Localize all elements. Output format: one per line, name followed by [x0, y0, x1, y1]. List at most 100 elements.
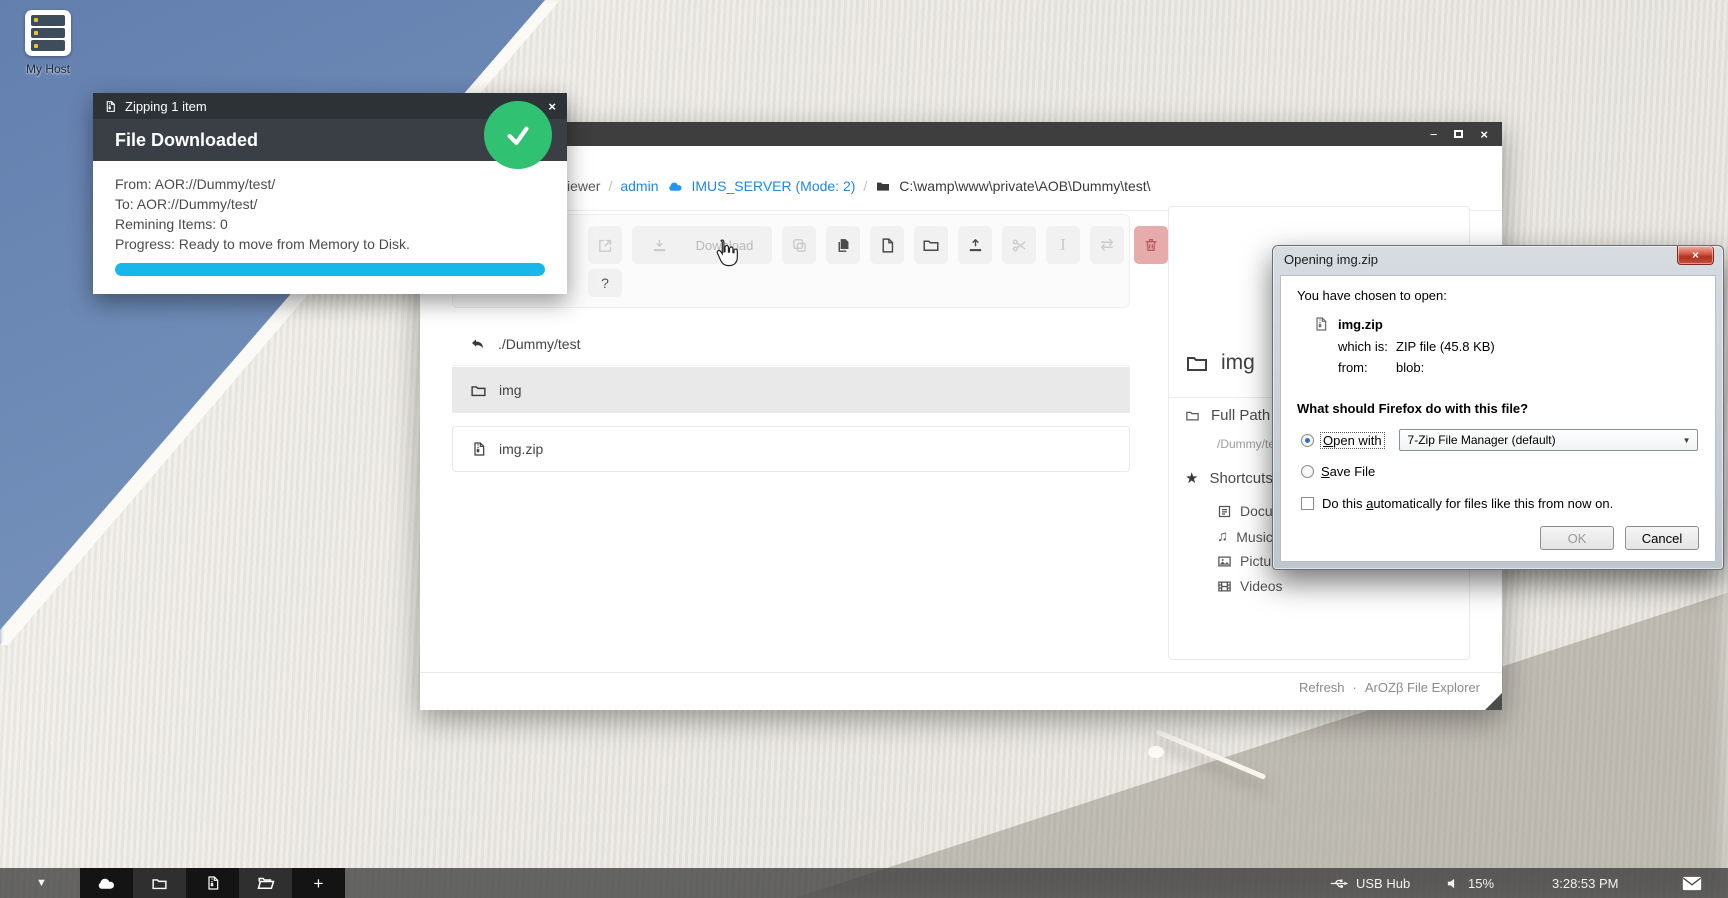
- save-file-label[interactable]: Save File: [1321, 464, 1375, 479]
- help-button[interactable]: ?: [588, 269, 622, 297]
- list-item-file-img-zip[interactable]: img.zip: [452, 426, 1130, 472]
- download-icon: [651, 237, 668, 254]
- breadcrumb-server[interactable]: IMUS_SERVER (Mode: 2): [692, 178, 856, 194]
- zip-progress-line: Progress: Ready to move from Memory to D…: [115, 234, 545, 254]
- swap-button[interactable]: ⇄: [1090, 226, 1124, 264]
- download-label: Download: [696, 238, 754, 253]
- list-item-parent-dir[interactable]: ./Dummy/test: [452, 322, 1130, 366]
- taskbar-app-cloud[interactable]: [80, 868, 133, 898]
- firefox-open-dialog: Opening img.zip × You have chosen to ope…: [1272, 245, 1724, 570]
- ibeam-icon: I: [1060, 235, 1066, 255]
- ok-button[interactable]: OK: [1540, 526, 1614, 550]
- sidebar-item-videos[interactable]: Videos: [1217, 578, 1283, 594]
- list-item-folder-img[interactable]: img: [452, 367, 1130, 413]
- cloud-icon: [96, 873, 117, 894]
- zip-file-icon: [205, 875, 221, 891]
- time-label: 3:28:53 PM: [1552, 876, 1619, 891]
- cloud-icon: [667, 178, 684, 195]
- film-icon: [1217, 579, 1232, 594]
- minimize-icon[interactable]: −: [1430, 128, 1438, 141]
- usb-label: USB Hub: [1356, 876, 1410, 891]
- new-file-icon: [879, 237, 896, 254]
- cut-button[interactable]: [1002, 226, 1036, 264]
- do-automatically-option[interactable]: Do this automatically for files like thi…: [1301, 496, 1699, 511]
- duplicate-icon: [791, 237, 808, 254]
- zip-progress-window: Zipping 1 item − × File Downloaded From:…: [93, 93, 567, 294]
- do-automatically-label[interactable]: Do this automatically for files like thi…: [1322, 496, 1613, 511]
- folder-icon: [1185, 408, 1200, 423]
- refresh-link[interactable]: Refresh: [1299, 680, 1345, 695]
- desktop-icon-my-host[interactable]: My Host: [12, 10, 84, 76]
- save-file-option[interactable]: Save File: [1301, 464, 1699, 479]
- radio-save-file[interactable]: [1301, 465, 1314, 478]
- selected-app: 7-Zip File Manager (default): [1408, 433, 1683, 447]
- volume-label: 15%: [1468, 876, 1494, 891]
- server-icon[interactable]: [25, 10, 71, 56]
- zip-file-icon: [471, 441, 487, 457]
- usb-tray-item[interactable]: USB Hub: [1330, 868, 1410, 898]
- shortcuts-row: ★ Shortcuts: [1185, 469, 1273, 487]
- zip-to-line: To: AOR://Dummy/test/: [115, 194, 545, 214]
- zip-file-icon: [1313, 316, 1329, 332]
- from-value: blob:: [1396, 360, 1699, 375]
- explorer-footer: Refresh · ArOZβ File Explorer: [1299, 680, 1480, 695]
- trash-icon: [1143, 237, 1159, 253]
- taskbar: ▼ + USB Hub: [0, 868, 1728, 898]
- speaker-icon: [1446, 876, 1461, 891]
- taskbar-app-folder[interactable]: [133, 868, 186, 898]
- dialog-buttons: OK Cancel: [1540, 526, 1699, 550]
- paste-button[interactable]: [826, 226, 860, 264]
- taskbar-app-new[interactable]: +: [292, 868, 345, 898]
- resize-handle[interactable]: [1485, 693, 1502, 710]
- new-folder-button[interactable]: [914, 226, 948, 264]
- dialog-body: You have chosen to open: img.zip which i…: [1280, 275, 1716, 562]
- volume-tray-item[interactable]: 15%: [1446, 868, 1494, 898]
- mail-tray-item[interactable]: [1682, 868, 1702, 898]
- chevron-down-icon[interactable]: ▼: [36, 868, 47, 898]
- selection-title: img: [1185, 351, 1255, 375]
- open-external-button[interactable]: [588, 226, 622, 264]
- close-icon[interactable]: ×: [548, 100, 556, 113]
- list-item-label: img: [499, 382, 522, 398]
- taskbar-app-zip[interactable]: [186, 868, 239, 898]
- dialog-intro: You have chosen to open:: [1297, 288, 1699, 303]
- sidebar-item-music[interactable]: ♫ Music: [1217, 528, 1273, 545]
- delete-button[interactable]: [1134, 226, 1168, 264]
- new-file-button[interactable]: [870, 226, 904, 264]
- stick-tip: [1148, 746, 1164, 758]
- open-with-label[interactable]: Open with: [1321, 433, 1384, 448]
- breadcrumb: viewer / admin IMUS_SERVER (Mode: 2) / C…: [560, 174, 1151, 198]
- maximize-icon[interactable]: [1454, 130, 1463, 138]
- app-title: ArOZβ File Explorer: [1365, 680, 1480, 695]
- zip-window-title: Zipping 1 item: [125, 99, 516, 114]
- explorer-titlebar[interactable]: − ×: [420, 122, 1502, 146]
- open-with-select[interactable]: 7-Zip File Manager (default) ▼: [1399, 429, 1698, 451]
- close-icon[interactable]: ×: [1677, 246, 1714, 265]
- clock: 3:28:53 PM: [1552, 868, 1619, 898]
- duplicate-button[interactable]: [782, 226, 816, 264]
- checkbox-do-automatically[interactable]: [1301, 497, 1314, 510]
- breadcrumb-user[interactable]: admin: [620, 178, 658, 194]
- taskbar-apps: +: [80, 868, 345, 898]
- download-button[interactable]: Download: [632, 226, 772, 264]
- external-link-icon: [597, 237, 614, 254]
- which-is-label: which is:: [1338, 339, 1396, 354]
- back-arrow-icon: [470, 336, 486, 352]
- combo-arrow-icon: ▼: [1683, 436, 1691, 445]
- zip-from-line: From: AOR://Dummy/test/: [115, 174, 545, 194]
- taskbar-app-file-explorer[interactable]: [239, 868, 292, 898]
- upload-icon: [967, 237, 984, 254]
- close-icon[interactable]: ×: [1480, 128, 1488, 141]
- zip-remaining-line: Remining Items: 0: [115, 214, 545, 234]
- desktop-icon-label: My Host: [12, 62, 84, 76]
- paste-icon: [835, 237, 852, 254]
- dialog-question: What should Firefox do with this file?: [1297, 401, 1699, 416]
- radio-open-with[interactable]: [1301, 434, 1314, 447]
- upload-button[interactable]: [958, 226, 992, 264]
- usb-icon: [1330, 876, 1349, 891]
- cancel-button[interactable]: Cancel: [1625, 526, 1699, 550]
- toolbar-row: Download: [588, 226, 1168, 264]
- open-with-option[interactable]: Open with 7-Zip File Manager (default) ▼: [1301, 429, 1699, 451]
- rename-button[interactable]: I: [1046, 226, 1080, 264]
- progress-bar: [115, 263, 545, 276]
